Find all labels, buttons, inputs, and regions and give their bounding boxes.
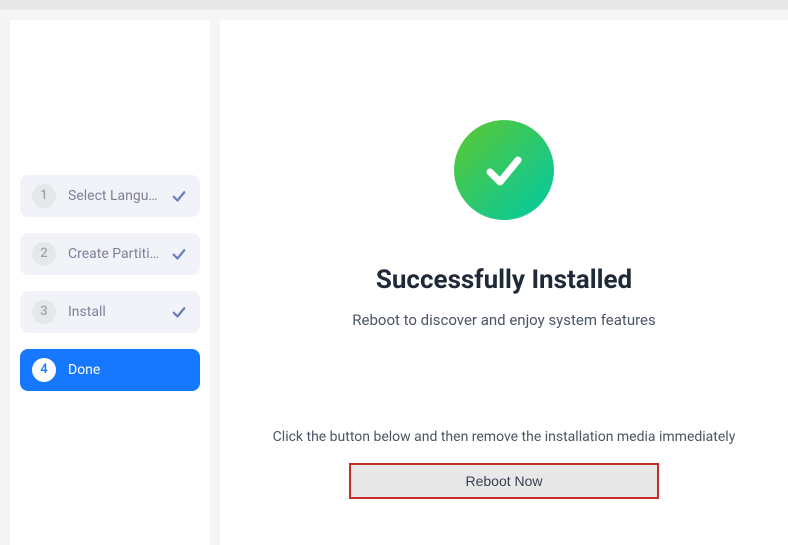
step-number: 1 [32,184,56,208]
step-label: Done [68,362,188,378]
reboot-button[interactable]: Reboot Now [349,463,659,499]
sidebar-step-done[interactable]: 4 Done [20,349,200,391]
success-check-icon [454,120,554,220]
sidebar: 1 Select Langu… 2 Create Partiti… 3 Inst… [10,20,210,545]
sidebar-step-install[interactable]: 3 Install [20,291,200,333]
step-label: Select Langu… [68,188,164,204]
page-subtitle: Reboot to discover and enjoy system feat… [352,311,655,329]
check-icon [170,245,188,263]
sidebar-step-create-partition[interactable]: 2 Create Partiti… [20,233,200,275]
step-number: 4 [32,358,56,382]
check-icon [170,303,188,321]
step-number: 3 [32,300,56,324]
main-panel: Successfully Installed Reboot to discove… [220,20,788,545]
step-label: Install [68,304,164,320]
step-label: Create Partiti… [68,246,164,262]
page-title: Successfully Installed [376,265,632,295]
top-bar [0,0,788,10]
instruction-text: Click the button below and then remove t… [273,429,736,445]
main-container: 1 Select Langu… 2 Create Partiti… 3 Inst… [0,10,788,545]
step-number: 2 [32,242,56,266]
sidebar-step-select-language[interactable]: 1 Select Langu… [20,175,200,217]
check-icon [170,187,188,205]
